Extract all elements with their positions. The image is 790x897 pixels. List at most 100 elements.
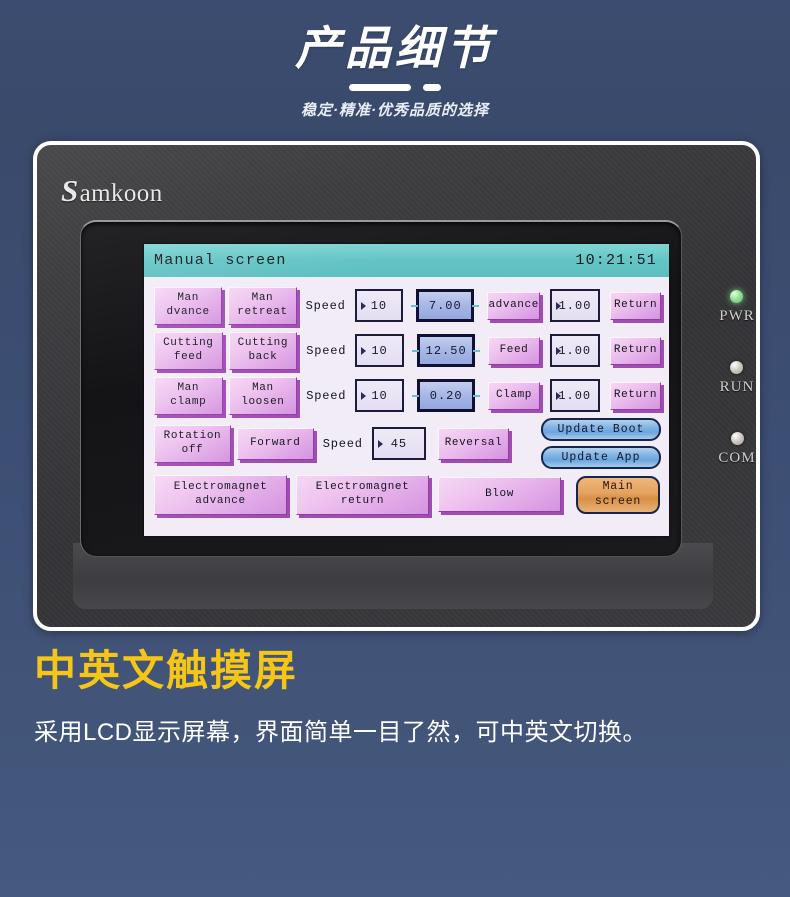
- field-clamp-distance[interactable]: 0.20: [411, 379, 481, 412]
- btn-man-clamp[interactable]: Man clamp: [154, 376, 223, 415]
- btn-return-3[interactable]: Return: [609, 381, 662, 410]
- btn-clamp-label: Clamp: [495, 388, 532, 401]
- led-indicator-strip: PWR RUN COM: [709, 215, 756, 575]
- btn-cutting-feed-line2: feed: [173, 350, 203, 363]
- label-speed-1: Speed: [305, 298, 346, 313]
- btn-main-screen-line2: screen: [594, 494, 642, 508]
- btn-feed-label: Feed: [499, 343, 529, 356]
- btn-main-screen-line1: Main: [602, 479, 634, 493]
- tick-right-icon: [473, 349, 481, 352]
- btn-update-boot[interactable]: Update Boot: [540, 418, 661, 441]
- field-speed-2[interactable]: 10: [355, 334, 404, 367]
- led-run-label: RUN: [719, 379, 755, 395]
- divider-bar: [349, 83, 411, 91]
- btn-man-retreat-line2: retreat: [237, 305, 288, 318]
- btn-forward-label: Forward: [250, 436, 301, 449]
- btn-feed[interactable]: Feed: [488, 336, 540, 365]
- update-button-group: Update Boot Update App: [540, 418, 661, 469]
- hmi-title-bar: Manual screen 10:21:51: [144, 244, 669, 277]
- led-pwr-icon: [730, 290, 744, 303]
- btn-man-retreat-line1: Man: [251, 291, 274, 304]
- btn-electromagnet-advance-line2: advance: [195, 494, 246, 507]
- label-speed-2: Speed: [306, 343, 347, 358]
- field-speed-3[interactable]: 10: [355, 379, 404, 412]
- btn-reversal[interactable]: Reversal: [438, 427, 509, 460]
- brand-logo: Samkoon: [61, 173, 163, 209]
- btn-forward[interactable]: Forward: [236, 427, 314, 460]
- hmi-screen-body: Man dvance Man retreat Speed 10 7.00 adv…: [144, 277, 669, 536]
- field-rotation-speed[interactable]: 45: [371, 427, 427, 460]
- btn-return-2-label: Return: [613, 343, 658, 356]
- field-speed-2-value: 10: [371, 343, 388, 358]
- page-subtitle: 稳定·精准·优秀品质的选择: [301, 101, 489, 119]
- btn-update-app[interactable]: Update App: [540, 446, 661, 469]
- field-feed-distance[interactable]: 12.50: [411, 334, 481, 367]
- btn-update-app-label: Update App: [561, 451, 641, 464]
- tick-left-icon: [411, 349, 419, 352]
- led-run-icon: [730, 361, 744, 374]
- hmi-row-electromagnet: Electromagnet advance Electromagnet retu…: [154, 469, 661, 520]
- caret-icon: [555, 301, 561, 310]
- btn-cutting-back[interactable]: Cutting back: [228, 331, 298, 370]
- caret-icon: [555, 346, 561, 355]
- tick-left-icon: [411, 304, 419, 307]
- btn-man-advance-line2: dvance: [166, 305, 210, 318]
- field-feed-distance-value: 12.50: [425, 343, 467, 358]
- btn-electromagnet-return-line1: Electromagnet: [315, 480, 410, 493]
- btn-man-loosen-line1: Man: [252, 381, 274, 394]
- btn-main-screen[interactable]: Main screen: [576, 475, 660, 514]
- btn-reversal-label: Reversal: [444, 436, 503, 449]
- field-speed-1[interactable]: 10: [354, 289, 404, 322]
- hmi-screen-name: Manual screen: [154, 252, 287, 269]
- caret-icon: [377, 439, 383, 448]
- brand-logo-text: amkoon: [79, 180, 163, 207]
- caret-icon: [361, 391, 367, 400]
- hmi-device-photo: Samkoon Manual screen 10:21:51 Man dvanc…: [33, 141, 760, 631]
- btn-man-loosen[interactable]: Man loosen: [228, 376, 298, 415]
- tick-left-icon: [411, 394, 419, 397]
- btn-rotation-off-line2: off: [181, 443, 204, 456]
- field-advance-time-value: 1.00: [558, 298, 592, 313]
- caption-block: 中英文触摸屏 采用LCD显示屏幕，界面简单一目了然，可中英文切换。: [34, 647, 754, 751]
- btn-clamp[interactable]: Clamp: [488, 381, 540, 410]
- btn-advance[interactable]: advance: [487, 291, 540, 320]
- field-clamp-time-value: 1.00: [558, 388, 592, 403]
- btn-electromagnet-return[interactable]: Electromagnet return: [296, 474, 429, 515]
- btn-blow[interactable]: Blow: [438, 477, 561, 512]
- btn-cutting-feed[interactable]: Cutting feed: [154, 331, 223, 370]
- field-clamp-distance-value: 0.20: [429, 388, 463, 403]
- btn-return-1[interactable]: Return: [610, 291, 661, 320]
- btn-return-2[interactable]: Return: [609, 336, 662, 365]
- field-feed-time[interactable]: 1.00: [549, 334, 600, 367]
- btn-man-retreat[interactable]: Man retreat: [228, 286, 297, 325]
- btn-cutting-back-line2: back: [248, 350, 278, 363]
- title-divider: [349, 83, 441, 91]
- lcd-screen: Manual screen 10:21:51 Man dvance Man re…: [144, 244, 669, 536]
- btn-rotation-off[interactable]: Rotation off: [154, 424, 231, 463]
- btn-electromagnet-advance[interactable]: Electromagnet advance: [154, 474, 287, 515]
- tick-right-icon: [473, 394, 481, 397]
- btn-cutting-back-line1: Cutting: [237, 336, 289, 349]
- led-com-label: COM: [718, 450, 756, 466]
- btn-electromagnet-advance-line1: Electromagnet: [173, 480, 268, 493]
- btn-blow-label: Blow: [485, 487, 514, 500]
- btn-man-advance[interactable]: Man dvance: [154, 286, 223, 325]
- page-header: 产品细节 稳定·精准·优秀品质的选择: [0, 0, 790, 120]
- field-advance-time[interactable]: 1.00: [549, 289, 601, 322]
- btn-cutting-feed-line1: Cutting: [163, 336, 214, 349]
- caret-icon: [555, 391, 561, 400]
- hmi-row-cutting: Cutting feed Cutting back Speed 10 12.50: [154, 328, 662, 373]
- btn-update-boot-label: Update Boot: [557, 423, 645, 436]
- btn-man-advance-line1: Man: [177, 291, 199, 304]
- led-group-com: COM: [718, 432, 755, 467]
- field-rotation-speed-value: 45: [390, 436, 408, 451]
- led-group-pwr: PWR: [719, 290, 755, 325]
- caption-heading: 中英文触摸屏: [34, 647, 299, 694]
- led-com-icon: [730, 432, 744, 445]
- page-title: 产品细节: [295, 22, 495, 74]
- hmi-row-clamp: Man clamp Man loosen Speed 10 0.20 Clamp…: [154, 373, 662, 418]
- field-clamp-time[interactable]: 1.00: [549, 379, 600, 412]
- btn-man-loosen-line2: loosen: [241, 395, 285, 408]
- field-advance-distance-value: 7.00: [428, 298, 462, 313]
- field-advance-distance[interactable]: 7.00: [411, 289, 480, 322]
